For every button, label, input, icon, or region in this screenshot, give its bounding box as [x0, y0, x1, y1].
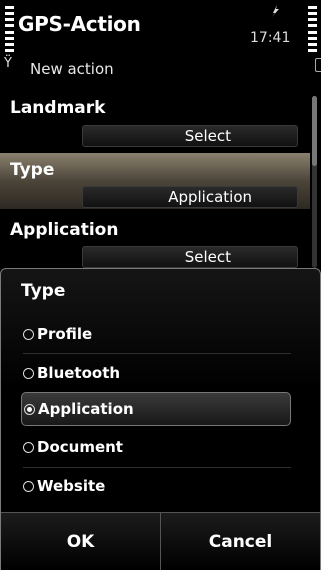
battery-cap-icon [315, 58, 321, 72]
option-bluetooth[interactable]: Bluetooth [23, 356, 291, 390]
option-application[interactable]: Application [21, 392, 291, 426]
divider [23, 467, 291, 468]
softkey-bar: OK Cancel [1, 512, 320, 570]
radio-icon [23, 441, 34, 453]
view-subtitle: New action [30, 60, 114, 78]
option-label: Bluetooth [37, 364, 121, 382]
radio-icon [23, 480, 34, 492]
status-bar: GPS-Action 17:41 Ÿ New action [0, 0, 321, 88]
option-label: Website [37, 477, 106, 495]
landmark-label: Landmark [10, 98, 106, 118]
clock: 17:41 [250, 30, 291, 46]
scrollbar[interactable] [312, 96, 317, 268]
option-profile[interactable]: Profile [23, 317, 291, 351]
type-popup: Type Profile Bluetooth Application Docum… [0, 268, 321, 570]
radio-icon [23, 328, 34, 340]
application-select[interactable]: Select [82, 246, 298, 268]
option-label: Document [37, 438, 123, 456]
option-label: Application [38, 400, 134, 418]
antenna-icon: Ÿ [4, 56, 12, 71]
option-label: Profile [37, 325, 93, 343]
cancel-button[interactable]: Cancel [161, 513, 320, 570]
application-label: Application [10, 220, 119, 240]
battery-level-icon [308, 6, 317, 52]
option-website[interactable]: Website [23, 469, 291, 503]
option-document[interactable]: Document [23, 430, 291, 464]
type-select[interactable]: Application [82, 186, 298, 208]
type-label: Type [10, 160, 55, 180]
app-title: GPS-Action [18, 12, 141, 36]
gps-icon [272, 5, 279, 17]
popup-title: Type [21, 281, 66, 301]
landmark-select[interactable]: Select [82, 125, 298, 147]
ok-button[interactable]: OK [1, 513, 161, 570]
radio-icon [23, 367, 34, 379]
radio-selected-icon [24, 403, 35, 415]
divider [23, 353, 291, 354]
action-form: Landmark Select Type Application Applica… [0, 88, 321, 268]
signal-strength-icon [5, 6, 14, 52]
